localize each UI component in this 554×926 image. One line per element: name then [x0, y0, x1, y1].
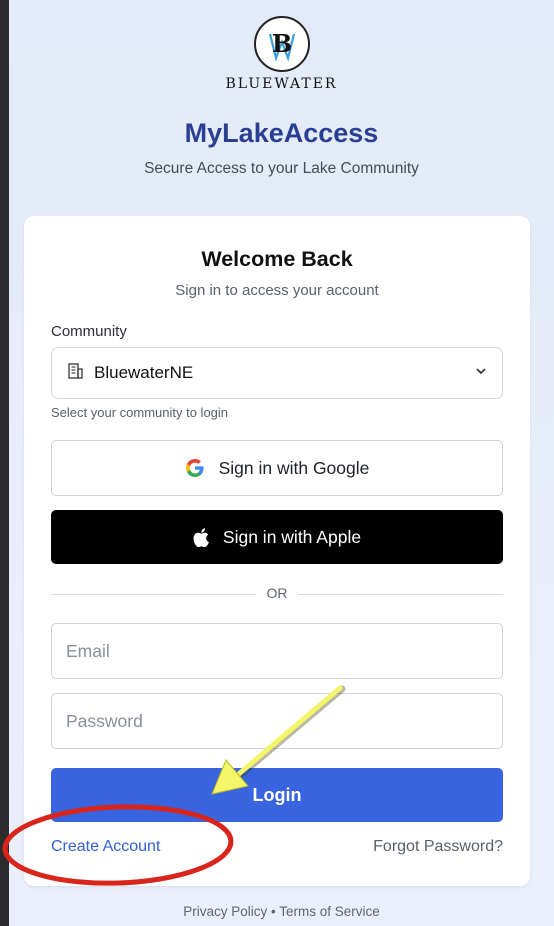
app-subtitle: Secure Access to your Lake Community — [144, 160, 419, 177]
page-background: B BLUEWATER MyLakeAccess Secure Access t… — [9, 0, 554, 926]
app-title: MyLakeAccess — [184, 118, 379, 148]
chevron-down-icon — [474, 364, 488, 383]
footer-separator: • — [271, 904, 276, 919]
logo-monogram: B — [271, 29, 291, 58]
community-label: Community — [51, 323, 127, 340]
card-subtitle: Sign in to access your account — [175, 282, 379, 299]
apple-signin-button[interactable]: Sign in with Apple — [51, 510, 503, 564]
google-signin-label: Sign in with Google — [218, 457, 370, 478]
apple-icon — [193, 527, 209, 547]
email-input[interactable] — [51, 623, 503, 679]
login-card: Welcome Back Sign in to access your acco… — [24, 216, 530, 886]
login-button-label: Login — [252, 784, 302, 805]
terms-of-service-link[interactable]: Terms of Service — [279, 904, 380, 919]
community-select[interactable]: BluewaterNE — [51, 347, 503, 399]
forgot-password-link[interactable]: Forgot Password? — [373, 838, 503, 856]
community-helper-text: Select your community to login — [51, 405, 229, 420]
community-selected-value: BluewaterNE — [94, 363, 194, 382]
divider-text: OR — [266, 585, 288, 601]
brand-wordmark: BLUEWATER — [225, 76, 338, 92]
logo-mark-icon: B — [268, 29, 295, 62]
building-icon — [66, 362, 84, 385]
privacy-policy-link[interactable]: Privacy Policy — [183, 904, 267, 919]
login-button[interactable]: Login — [51, 768, 503, 822]
google-icon — [185, 458, 205, 478]
logo-emblem: B — [253, 16, 310, 72]
password-input[interactable] — [51, 693, 503, 749]
google-signin-button[interactable]: Sign in with Google — [51, 440, 503, 496]
apple-signin-label: Sign in with Apple — [222, 526, 362, 547]
footer: Privacy Policy • Terms of Service — [9, 904, 554, 919]
divider-line-right — [298, 594, 503, 595]
card-title: Welcome Back — [201, 247, 353, 271]
create-account-link[interactable]: Create Account — [51, 838, 160, 856]
brand-logo: B BLUEWATER — [9, 16, 554, 92]
or-divider: OR — [51, 585, 503, 603]
